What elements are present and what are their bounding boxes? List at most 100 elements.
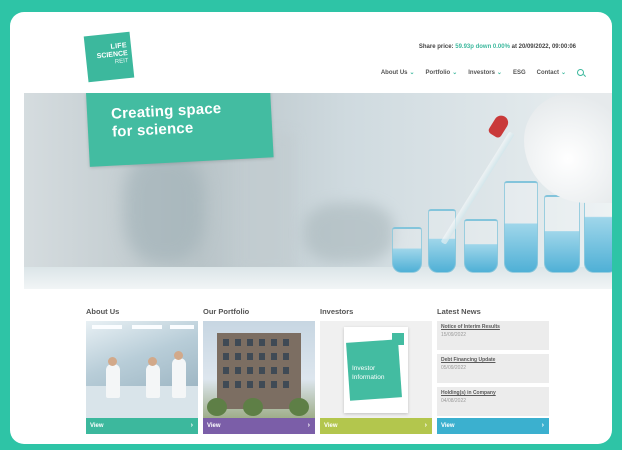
chevron-down-icon: ⌄ — [496, 70, 502, 76]
portfolio-card-image[interactable] — [203, 321, 315, 418]
news-view-button[interactable]: View › — [437, 418, 549, 434]
chevron-right-icon: › — [190, 422, 193, 429]
building-window — [223, 381, 229, 388]
news-item-date: 15/09/2022 — [441, 332, 467, 338]
search-icon[interactable] — [577, 69, 584, 76]
lab-worker-head — [148, 357, 157, 366]
share-price-value: 59.93p down 0.00% — [455, 44, 510, 50]
news-item-title: Holding(s) in Company — [441, 390, 496, 396]
hero-title-line1: Creating space — [110, 99, 222, 123]
document-title-line1: Investor — [352, 365, 376, 372]
building-window — [235, 381, 241, 388]
site-logo[interactable]: LIFE SCIENCE REIT — [83, 31, 135, 83]
building-window — [283, 339, 289, 346]
building-window — [259, 367, 265, 374]
news-item-title: Notice of Interim Results — [441, 324, 500, 330]
building-window — [283, 367, 289, 374]
about-card: About Us View › — [86, 307, 198, 434]
hero-background-shape — [124, 153, 204, 263]
building — [217, 333, 301, 409]
investors-view-label: View — [324, 423, 338, 429]
ceiling-light — [92, 325, 122, 329]
investors-card-image[interactable]: Investor Information — [320, 321, 432, 418]
test-tube — [544, 195, 580, 273]
investor-information-document: Investor Information — [344, 327, 408, 413]
lab-worker-head — [174, 351, 183, 360]
about-view-button[interactable]: View › — [86, 418, 198, 434]
hero-image: Creating space for science — [24, 93, 612, 289]
nav-item-portfolio[interactable]: Portfolio ⌄ — [426, 69, 458, 76]
tree — [243, 398, 263, 416]
building-window — [247, 353, 253, 360]
news-item-title: Debt Financing Update — [441, 357, 496, 363]
test-tube — [504, 181, 538, 273]
lab-worker — [146, 364, 160, 398]
nav-label-portfolio: Portfolio — [425, 70, 451, 76]
investors-card: Investors Investor Information View › — [320, 307, 432, 434]
building-window — [259, 339, 265, 346]
news-item-date: 04/08/2022 — [441, 398, 467, 404]
nav-item-contact[interactable]: Contact ⌄ — [537, 69, 566, 76]
portfolio-view-label: View — [207, 423, 221, 429]
browser-page: LIFE SCIENCE REIT Share price: 59.93p do… — [10, 12, 612, 444]
logo-text-line3: REIT — [114, 57, 129, 66]
building-window — [223, 353, 229, 360]
nav-item-esg[interactable]: ESG — [513, 70, 526, 76]
main-nav: About Us ⌄ Portfolio ⌄ Investors ⌄ ESG Cont… — [381, 69, 584, 76]
building-window — [283, 353, 289, 360]
lab-worker-head — [108, 357, 117, 366]
building-window — [259, 381, 265, 388]
lab-worker — [106, 364, 120, 398]
ceiling-light — [132, 325, 162, 329]
building-window — [271, 367, 277, 374]
news-card: Latest News Notice of Interim Results 15… — [437, 307, 549, 434]
portfolio-view-button[interactable]: View › — [203, 418, 315, 434]
building-window — [235, 339, 241, 346]
about-card-image[interactable] — [86, 321, 198, 418]
news-card-title: Latest News — [437, 307, 481, 316]
building-window — [235, 353, 241, 360]
building-window — [271, 353, 277, 360]
tree — [207, 398, 227, 416]
chevron-right-icon: › — [541, 422, 544, 429]
nav-item-about[interactable]: About Us ⌄ — [381, 69, 415, 76]
nav-label-about: About Us — [380, 70, 408, 76]
building-window — [247, 367, 253, 374]
news-item[interactable]: Notice of Interim Results 15/09/2022 — [437, 321, 549, 350]
chevron-down-icon: ⌄ — [409, 70, 415, 76]
nav-label-investors: Investors — [468, 70, 495, 76]
news-item[interactable]: Holding(s) in Company 04/08/2022 — [437, 387, 549, 416]
test-tube — [464, 219, 498, 273]
share-price: Share price: 59.93p down 0.00% at 20/09/… — [419, 44, 576, 50]
chevron-right-icon: › — [307, 422, 310, 429]
building-window — [235, 367, 241, 374]
building-window — [223, 367, 229, 374]
portfolio-card-title: Our Portfolio — [203, 307, 250, 316]
chevron-down-icon: ⌄ — [452, 70, 458, 76]
about-view-label: View — [90, 423, 104, 429]
ceiling-light — [170, 325, 194, 329]
news-view-label: View — [441, 423, 455, 429]
hero-banner: Creating space for science — [86, 93, 274, 167]
building-window — [259, 353, 265, 360]
building-window — [247, 381, 253, 388]
share-price-suffix: at 20/09/2022, 09:00:06 — [509, 44, 576, 50]
lab-worker — [172, 358, 186, 398]
document-title-line2: Information — [352, 374, 385, 381]
building-window — [271, 339, 277, 346]
chevron-right-icon: › — [424, 422, 427, 429]
news-item[interactable]: Debt Financing Update 05/09/2022 — [437, 354, 549, 383]
investors-view-button[interactable]: View › — [320, 418, 432, 434]
nav-item-investors[interactable]: Investors ⌄ — [468, 69, 502, 76]
building-window — [271, 381, 277, 388]
building-window — [283, 381, 289, 388]
hero-background-shape — [304, 203, 394, 263]
news-list: Notice of Interim Results 15/09/2022 Deb… — [437, 321, 549, 418]
share-price-prefix: Share price: — [418, 44, 456, 50]
tree — [289, 398, 309, 416]
building-window — [223, 339, 229, 346]
chevron-down-icon: ⌄ — [560, 70, 566, 76]
nav-label-contact: Contact — [536, 70, 559, 76]
hero-title-line2: for science — [111, 119, 194, 141]
test-tube — [392, 227, 422, 273]
